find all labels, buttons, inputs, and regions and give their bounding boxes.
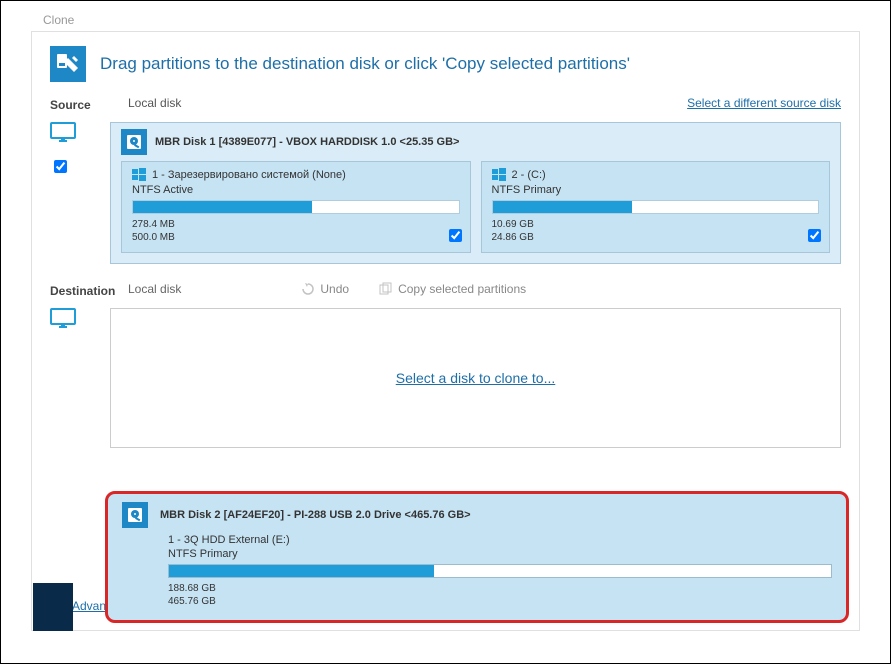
popup-partition-type: NTFS Primary (168, 548, 832, 560)
partition-1-total: 500.0 MB (132, 231, 460, 244)
source-disk-checkbox-wrap (54, 160, 67, 176)
partition-2-total: 24.86 GB (492, 231, 820, 244)
source-label: Source (50, 96, 128, 112)
popup-disk-title: MBR Disk 2 [AF24EF20] - PI-288 USB 2.0 D… (160, 509, 471, 521)
partition-2-used: 10.69 GB (492, 218, 820, 231)
source-disk-box: MBR Disk 1 [4389E077] - VBOX HARDDISK 1.… (110, 122, 841, 264)
dark-strip (33, 583, 73, 631)
clone-icon (50, 46, 86, 82)
popup-partition-name: 1 - 3Q HDD External (E:) (168, 534, 290, 546)
destination-label: Destination (50, 282, 128, 298)
monitor-icon (50, 308, 74, 328)
destination-left-col (50, 302, 110, 448)
hdd-icon (122, 502, 148, 528)
partition-1-type: NTFS Active (132, 184, 460, 196)
window-title: Clone (43, 13, 74, 27)
source-disk-title: MBR Disk 1 [4389E077] - VBOX HARDDISK 1.… (155, 136, 459, 148)
windows-icon (492, 168, 506, 182)
select-source-link[interactable]: Select a different source disk (687, 96, 841, 110)
source-location: Local disk (128, 96, 181, 110)
source-disk-checkbox[interactable] (54, 160, 67, 173)
destination-disk-popup[interactable]: MBR Disk 2 [AF24EF20] - PI-288 USB 2.0 D… (105, 491, 849, 623)
popup-partition-total: 465.76 GB (168, 595, 832, 608)
source-partition-2[interactable]: 2 - (C:) NTFS Primary 10.69 GB 24.86 GB (481, 161, 831, 253)
partition-2-checkbox[interactable] (808, 229, 821, 242)
header-title: Drag partitions to the destination disk … (100, 54, 630, 74)
copy-label: Copy selected partitions (398, 282, 526, 296)
copy-partitions-button[interactable]: Copy selected partitions (379, 282, 526, 296)
partition-1-usage-bar (132, 200, 460, 214)
monitor-icon (50, 122, 74, 142)
popup-partition-usage-bar (168, 564, 832, 578)
partition-1-used: 278.4 MB (132, 218, 460, 231)
destination-drop-area[interactable]: Select a disk to clone to... (110, 308, 841, 448)
partition-2-name: 2 - (C:) (512, 169, 546, 181)
partition-2-usage-bar (492, 200, 820, 214)
destination-location: Local disk (128, 282, 181, 296)
windows-icon (132, 168, 146, 182)
clone-window: Clone Drag partitions to the destination… (0, 0, 891, 664)
source-partition-1[interactable]: 1 - Зарезервировано системой (None) NTFS… (121, 161, 471, 253)
hdd-icon (121, 129, 147, 155)
select-destination-link[interactable]: Select a disk to clone to... (396, 370, 556, 386)
header: Drag partitions to the destination disk … (32, 32, 859, 92)
source-section: Source Local disk Select a different sou… (32, 96, 859, 112)
source-left-col (50, 116, 110, 264)
advanced-link[interactable]: Advan (72, 599, 106, 613)
partition-1-checkbox[interactable] (449, 229, 462, 242)
partition-1-name: 1 - Зарезервировано системой (None) (152, 169, 346, 181)
partition-2-type: NTFS Primary (492, 184, 820, 196)
undo-label: Undo (320, 282, 349, 296)
popup-partition-used: 188.68 GB (168, 582, 832, 595)
destination-section: Destination Local disk Undo Copy selecte… (32, 282, 859, 298)
popup-partition[interactable]: 1 - 3Q HDD External (E:) NTFS Primary 18… (168, 534, 832, 608)
undo-button[interactable]: Undo (301, 282, 349, 296)
